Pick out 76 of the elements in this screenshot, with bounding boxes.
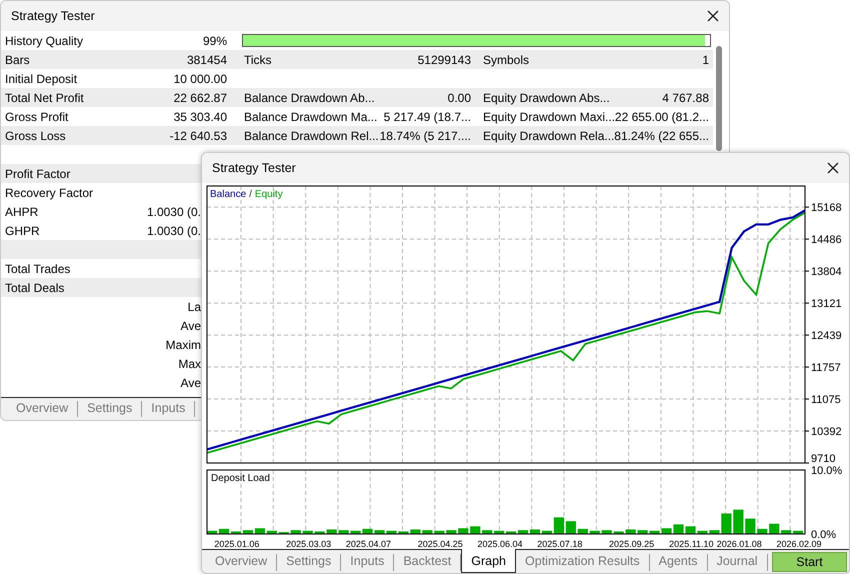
x-axis-label: 2025.04.07 bbox=[346, 539, 391, 549]
row-label: Total Trades bbox=[5, 262, 72, 276]
chart-title: Deposit Load bbox=[211, 473, 270, 484]
row-value: 51299143 bbox=[416, 52, 471, 66]
y-axis-label: 0.0% bbox=[811, 529, 836, 541]
row-value: 381454 bbox=[186, 52, 227, 66]
row-label: Gross Profit bbox=[5, 110, 70, 124]
x-axis-label: 2026.01.08 bbox=[716, 539, 762, 549]
tab[interactable]: Inputs bbox=[142, 401, 196, 417]
row-label: Bars bbox=[5, 52, 31, 66]
row-label: History Quality bbox=[5, 34, 84, 48]
x-axis-label: 2025.06.04 bbox=[478, 539, 523, 549]
x-axis-label: 2026.02.09 bbox=[776, 539, 822, 549]
row-label: Ticks bbox=[244, 52, 273, 66]
row-value: Max bbox=[177, 356, 201, 370]
row-value: 10 000.00 bbox=[172, 72, 227, 86]
row-value: 81.24% (22 655... bbox=[614, 128, 709, 142]
y-axis-label: 14486 bbox=[811, 234, 842, 246]
row-value: 1 bbox=[701, 52, 709, 66]
window-title: Strategy Tester bbox=[212, 161, 296, 175]
window-title: Strategy Tester bbox=[11, 9, 95, 23]
tab[interactable]: Agents bbox=[650, 554, 708, 571]
row-label: AHPR bbox=[5, 204, 40, 218]
row-value: 4 767.88 bbox=[661, 90, 709, 104]
tab[interactable]: Overview bbox=[7, 401, 78, 417]
legend-label: Balance bbox=[210, 189, 246, 200]
y-axis-label: 13121 bbox=[811, 298, 842, 310]
tab[interactable]: Optimization Results bbox=[516, 554, 650, 571]
y-axis-label: 9710 bbox=[811, 453, 836, 465]
x-axis-label: 2025.07.18 bbox=[537, 539, 582, 549]
row-label: Gross Loss bbox=[5, 128, 67, 142]
x-axis-label: 2025.01.06 bbox=[214, 539, 260, 549]
row-label: Symbols bbox=[483, 52, 530, 66]
y-axis-label: 11075 bbox=[811, 394, 841, 406]
row-value: 1.0030 (0. bbox=[146, 204, 201, 218]
row-label: Equity Drawdown Rela... bbox=[483, 128, 613, 142]
row-label: Balance Drawdown Ab... bbox=[244, 90, 374, 104]
row-value: 35 303.40 bbox=[172, 110, 227, 124]
row-value: 0.00 bbox=[446, 90, 471, 104]
row-label: Total Deals bbox=[5, 280, 66, 294]
row-value: Maxim bbox=[164, 338, 201, 352]
y-axis-label: 10392 bbox=[811, 426, 842, 438]
x-axis-label: 2025.04.25 bbox=[418, 539, 463, 549]
tab[interactable]: Settings bbox=[78, 401, 142, 417]
row-label: GHPR bbox=[5, 224, 41, 238]
row-label: Initial Deposit bbox=[5, 72, 78, 86]
y-axis-label: 13804 bbox=[811, 266, 842, 278]
row-label: Equity Drawdown Abs... bbox=[483, 90, 611, 104]
tab[interactable]: Overview bbox=[206, 554, 278, 571]
row-value: 22 662.87 bbox=[172, 90, 227, 104]
row-label: Recovery Factor bbox=[5, 186, 94, 200]
row-value: Ave bbox=[180, 376, 201, 390]
tab[interactable]: Graph bbox=[461, 549, 516, 573]
tab[interactable]: Journal bbox=[708, 554, 768, 571]
y-axis-label: 12439 bbox=[811, 330, 842, 342]
tab[interactable]: Inputs bbox=[341, 554, 394, 571]
row-value: -12 640.53 bbox=[168, 128, 227, 142]
legend-label: Equity bbox=[254, 189, 283, 200]
y-axis-label: 11757 bbox=[811, 362, 841, 374]
x-axis-label: 2025.09.25 bbox=[609, 539, 654, 549]
y-axis-label: 15168 bbox=[811, 202, 842, 214]
x-axis-label: 2025.03.03 bbox=[286, 539, 332, 549]
row-value: 99% bbox=[202, 34, 227, 48]
start-button[interactable]: Start bbox=[772, 552, 847, 572]
row-label: Balance Drawdown Ma... bbox=[244, 110, 374, 124]
row-value: 22 655.00 (81.2... bbox=[614, 110, 709, 124]
row-value: Ave bbox=[180, 318, 201, 332]
legend-separator: / bbox=[249, 189, 252, 200]
row-value: 1.0030 (0. bbox=[146, 224, 201, 238]
row-label: Profit Factor bbox=[5, 166, 72, 180]
row-label: Total Net Profit bbox=[5, 90, 85, 104]
row-label: Equity Drawdown Maxi... bbox=[483, 110, 613, 124]
y-axis-label: 10.0% bbox=[811, 465, 842, 477]
x-axis-label: 2025.11.10 bbox=[669, 539, 714, 549]
tab[interactable]: Settings bbox=[277, 554, 342, 571]
row-value: La bbox=[186, 300, 201, 314]
